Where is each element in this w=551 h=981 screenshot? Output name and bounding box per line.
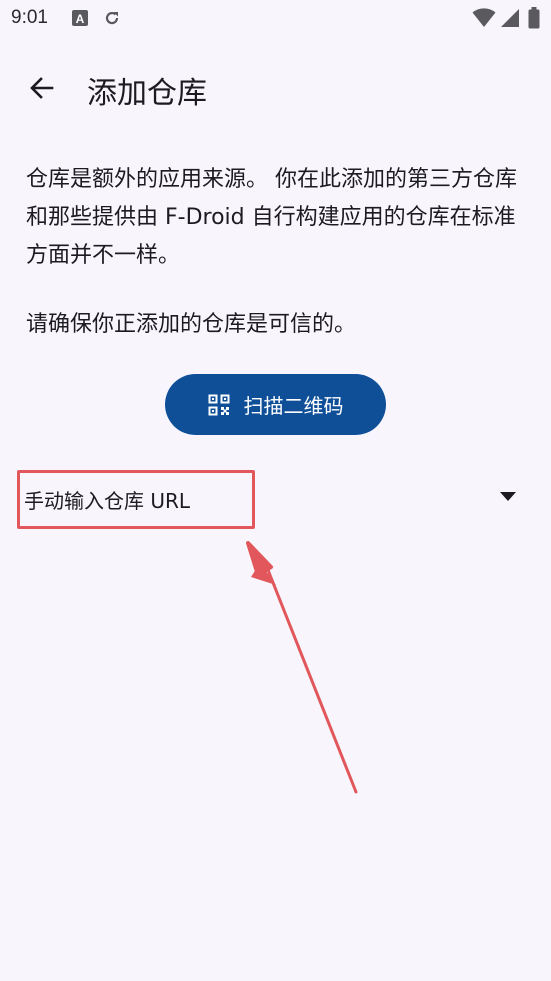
font-a-icon: A <box>71 9 89 27</box>
status-bar: 9:01 A <box>0 0 551 38</box>
scan-qr-code-button[interactable]: 扫描二维码 <box>165 374 386 435</box>
trust-notice: 请确保你正添加的仓库是可信的。 <box>26 312 357 337</box>
wifi-icon <box>472 8 496 28</box>
scan-qr-code-label: 扫描二维码 <box>243 394 344 418</box>
qr-code-icon <box>208 394 229 415</box>
manual-url-label: 手动输入仓库 URL <box>24 489 191 513</box>
battery-icon <box>528 7 540 29</box>
back-button[interactable] <box>20 66 64 110</box>
manual-url-entry[interactable]: 手动输入仓库 URL <box>14 468 534 528</box>
cellular-signal-icon <box>500 8 520 28</box>
intro-description: 仓库是额外的应用来源。 你在此添加的第三方仓库和那些提供由 F-Droid 自行… <box>26 167 517 268</box>
status-time: 9:01 <box>11 7 48 28</box>
arrow-back-icon <box>30 77 54 99</box>
app-bar: 添加仓库 <box>0 52 551 124</box>
sync-icon <box>103 9 121 27</box>
svg-text:A: A <box>76 12 85 26</box>
arrow-drop-down-icon[interactable] <box>500 492 516 502</box>
page-title: 添加仓库 <box>87 76 207 111</box>
